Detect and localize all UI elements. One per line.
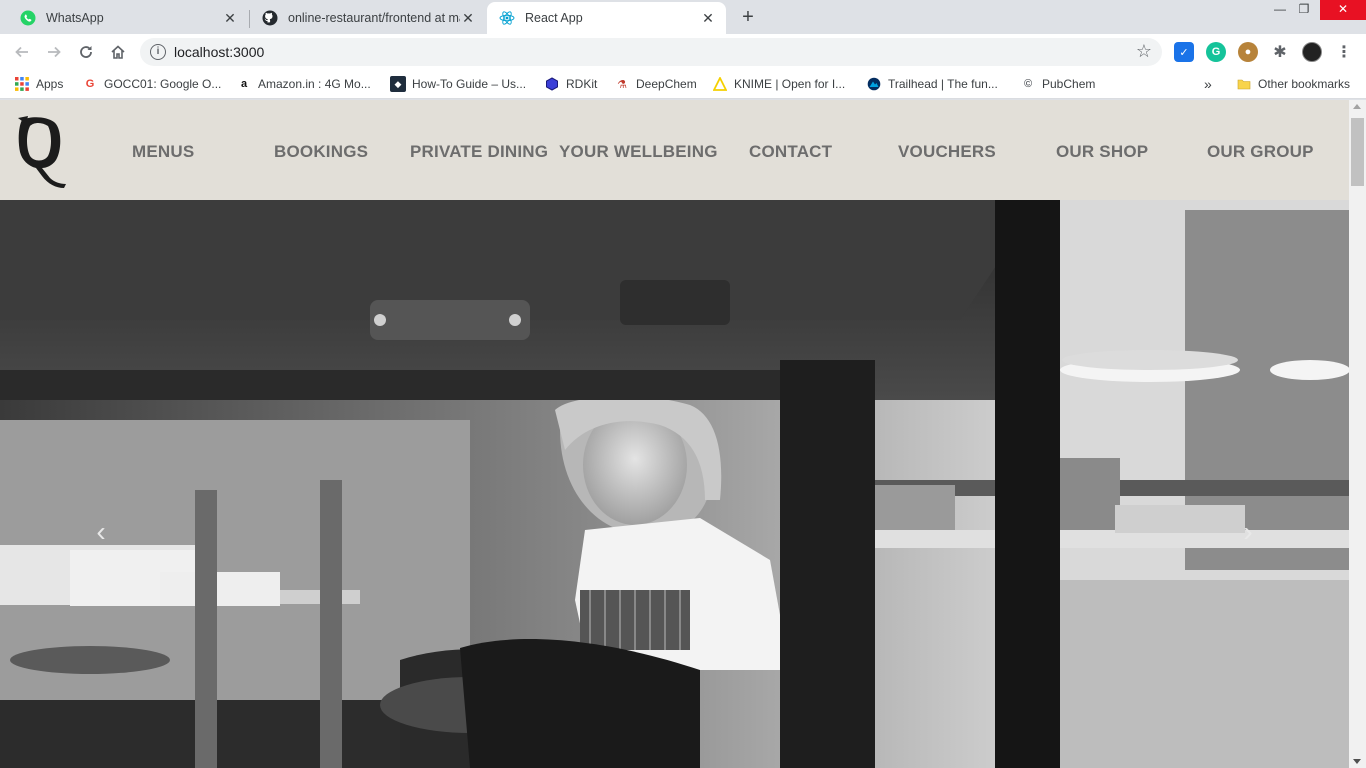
nav-your-wellbeing[interactable]: YOUR WELLBEING: [559, 142, 718, 162]
site-logo[interactable]: [16, 114, 68, 190]
bookmark-trailhead[interactable]: Trailhead | The fun...: [866, 75, 998, 93]
site-header: MENUS BOOKINGS PRIVATE DINING YOUR WELLB…: [0, 100, 1349, 200]
hero-kitchen-photo: [0, 200, 1349, 768]
github-icon: [262, 10, 278, 26]
bookmark-rdkit[interactable]: RDKit: [544, 75, 597, 93]
restore-icon[interactable]: ❐: [1290, 0, 1318, 20]
new-tab-button[interactable]: +: [737, 6, 759, 28]
bookmark-label: DeepChem: [636, 77, 697, 91]
bookmark-other[interactable]: Other bookmarks: [1236, 75, 1350, 93]
nav-contact[interactable]: CONTACT: [749, 142, 832, 162]
amazon-icon: a: [240, 78, 248, 90]
shield-extension-icon[interactable]: ✓: [1174, 42, 1194, 62]
knime-icon: [712, 76, 728, 92]
url-text[interactable]: localhost:3000: [174, 44, 264, 60]
bookmark-label: KNIME | Open for I...: [734, 77, 846, 91]
browser-toolbar: i localhost:3000 ☆ ✓ G ● ✱ ⋮: [0, 34, 1366, 70]
apps-grid-icon: [14, 76, 30, 92]
tab-title: React App: [525, 11, 583, 25]
more-bookmarks-chevron[interactable]: »: [1204, 75, 1212, 93]
bookmark-how-to-guide[interactable]: ◆ How-To Guide – Us...: [390, 75, 526, 93]
window-close-icon[interactable]: ✕: [1320, 0, 1366, 20]
nav-bookings[interactable]: BOOKINGS: [274, 142, 368, 162]
tab-react-app[interactable]: React App ✕: [487, 2, 726, 34]
tab-github[interactable]: online-restaurant/frontend at ma ✕: [250, 2, 486, 34]
pubchem-icon: ©: [1023, 78, 1033, 90]
bookmark-label: Amazon.in : 4G Mo...: [258, 77, 371, 91]
react-icon: [499, 10, 515, 26]
back-arrow-icon[interactable]: [10, 40, 34, 64]
carousel-prev-icon[interactable]: ‹: [89, 518, 113, 546]
grammarly-icon[interactable]: G: [1206, 42, 1226, 62]
bookmark-label: Trailhead | The fun...: [888, 77, 998, 91]
bookmark-label: How-To Guide – Us...: [412, 77, 527, 91]
cookie-extension-icon[interactable]: ●: [1238, 42, 1258, 62]
scroll-down-arrow-icon[interactable]: [1353, 759, 1361, 764]
bookmark-label: RDKit: [566, 77, 598, 91]
forward-arrow-icon[interactable]: [42, 40, 66, 64]
scrollbar-thumb[interactable]: [1351, 118, 1364, 186]
rdkit-icon: [544, 76, 560, 92]
bookmark-label: Apps: [36, 77, 64, 91]
nav-our-group[interactable]: OUR GROUP: [1207, 142, 1314, 162]
page-scrollbar[interactable]: [1349, 100, 1366, 768]
tab-title: WhatsApp: [46, 11, 104, 25]
bookmark-google[interactable]: G GOCC01: Google O...: [82, 75, 222, 93]
tab-close-icon[interactable]: ✕: [700, 10, 716, 26]
menu-kebab-icon[interactable]: ⋮: [1334, 42, 1354, 62]
bookmark-deepchem[interactable]: ⚗ DeepChem: [614, 75, 697, 93]
whatsapp-icon: [20, 10, 36, 26]
nav-menus[interactable]: MENUS: [132, 142, 194, 162]
address-bar[interactable]: i localhost:3000 ☆: [140, 38, 1162, 66]
scroll-up-arrow-icon[interactable]: [1353, 104, 1361, 109]
trailhead-icon: [866, 76, 882, 92]
page-viewport: MENUS BOOKINGS PRIVATE DINING YOUR WELLB…: [0, 100, 1349, 768]
site-info-icon[interactable]: i: [150, 44, 166, 60]
tab-close-icon[interactable]: ✕: [460, 10, 476, 26]
deepchem-icon: ⚗: [617, 78, 627, 91]
shield-bookmark-icon: ◆: [390, 76, 406, 92]
tab-close-icon[interactable]: ✕: [222, 10, 238, 26]
tab-whatsapp[interactable]: WhatsApp ✕: [8, 2, 248, 34]
profile-avatar[interactable]: [1302, 42, 1322, 62]
nav-private-dining[interactable]: PRIVATE DINING: [410, 142, 548, 162]
home-icon[interactable]: [106, 40, 130, 64]
tab-strip: WhatsApp ✕ online-restaurant/frontend at…: [0, 0, 1366, 34]
google-icon: G: [85, 78, 95, 90]
nav-vouchers[interactable]: VOUCHERS: [898, 142, 996, 162]
reload-icon[interactable]: [74, 40, 98, 64]
bookmark-pubchem[interactable]: © PubChem: [1020, 75, 1095, 93]
hero-carousel: ‹ ›: [0, 200, 1349, 768]
extensions-puzzle-icon[interactable]: ✱: [1270, 42, 1290, 62]
nav-our-shop[interactable]: OUR SHOP: [1056, 142, 1148, 162]
bookmarks-bar: Apps G GOCC01: Google O... a Amazon.in :…: [0, 70, 1366, 99]
bookmark-label: GOCC01: Google O...: [104, 77, 222, 91]
bookmark-star-icon[interactable]: ☆: [1136, 41, 1152, 62]
bookmark-amazon[interactable]: a Amazon.in : 4G Mo...: [236, 75, 371, 93]
tab-title: online-restaurant/frontend at ma: [288, 11, 460, 25]
bookmark-apps[interactable]: Apps: [14, 75, 63, 93]
folder-icon: [1236, 76, 1252, 92]
carousel-next-icon[interactable]: ›: [1236, 518, 1260, 546]
bookmark-label: PubChem: [1042, 77, 1096, 91]
bookmark-knime[interactable]: KNIME | Open for I...: [712, 75, 845, 93]
bookmark-label: Other bookmarks: [1258, 77, 1351, 91]
